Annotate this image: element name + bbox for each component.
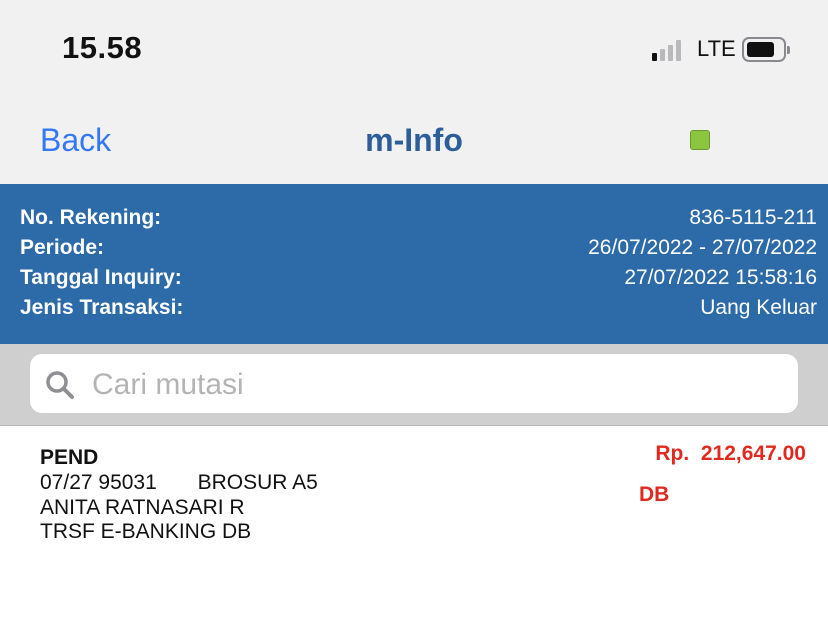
search-area: [0, 344, 828, 426]
transaction-detail-line: ANITA RATNASARI R: [40, 496, 245, 519]
info-value: 27/07/2022 15:58:16: [624, 266, 817, 289]
page-title-text: m-Info: [365, 122, 463, 158]
status-time: 15.58: [62, 30, 143, 65]
search-icon: [46, 371, 74, 399]
transaction-item[interactable]: PEND 07/27 95031 BROSUR A5 ANITA RATNASA…: [0, 426, 828, 546]
info-label: No. Rekening:: [20, 206, 162, 229]
transaction-list: PEND 07/27 95031 BROSUR A5 ANITA RATNASA…: [0, 426, 828, 546]
search-box[interactable]: [30, 354, 798, 413]
account-info-panel: No. Rekening: 836-5115-211 Periode: 26/0…: [0, 184, 828, 344]
info-row-account-number: No. Rekening: 836-5115-211: [20, 203, 817, 233]
search-input[interactable]: [90, 362, 784, 408]
connection-status-icon: [690, 130, 710, 150]
cellular-signal-icon: [652, 39, 681, 61]
transaction-type-badge: DB: [639, 483, 670, 506]
info-label: Tanggal Inquiry:: [20, 266, 182, 289]
info-row-inquiry-date: Tanggal Inquiry: 27/07/2022 15:58:16: [20, 263, 817, 293]
status-bar: 15.58 LTE: [0, 0, 828, 100]
info-value: 26/07/2022 - 27/07/2022: [588, 236, 817, 259]
info-row-transaction-type: Jenis Transaksi: Uang Keluar: [20, 293, 817, 323]
info-label: Jenis Transaksi:: [20, 296, 184, 319]
info-label: Periode:: [20, 236, 105, 259]
info-value: Uang Keluar: [700, 296, 817, 319]
network-type: LTE: [697, 36, 736, 61]
info-value: 836-5115-211: [689, 206, 817, 229]
transaction-detail-line: 07/27 95031 BROSUR A5: [40, 471, 318, 494]
transaction-amount: Rp. 212,647.00: [655, 442, 806, 465]
navigation-bar: Back m-Info: [0, 100, 828, 184]
battery-icon: [742, 37, 790, 62]
info-row-period: Periode: 26/07/2022 - 27/07/2022: [20, 233, 817, 263]
transaction-detail-line: TRSF E-BANKING DB: [40, 520, 252, 543]
transaction-code: PEND: [40, 446, 99, 469]
